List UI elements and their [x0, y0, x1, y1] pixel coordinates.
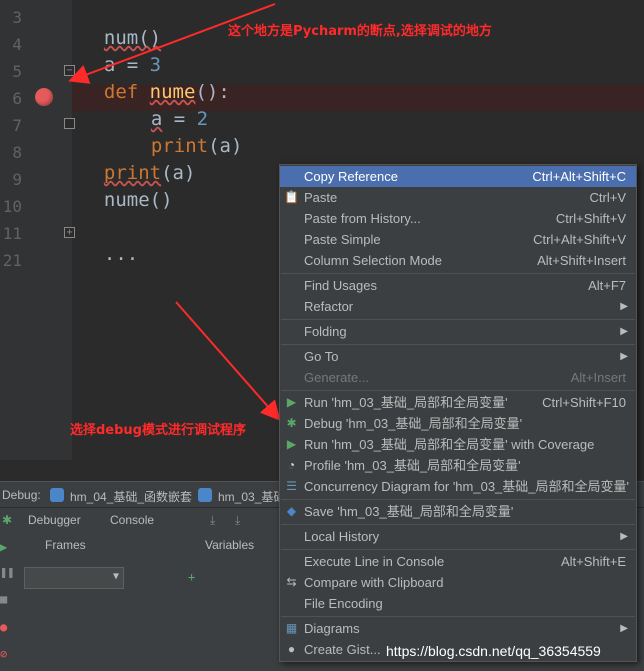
compare-icon: ⇆	[286, 575, 297, 589]
menu-item-generate[interactable]: Generate... Alt+Insert	[280, 367, 636, 388]
menu-item-save[interactable]: ◆ Save 'hm_03_基础_局部和全局变量'	[280, 501, 636, 522]
chevron-down-icon: ▼	[112, 571, 119, 582]
submenu-arrow-icon: ▶	[620, 301, 628, 312]
menu-separator	[281, 390, 635, 391]
debug-bug-icon[interactable]: ✱	[2, 513, 12, 527]
menu-item-column-selection[interactable]: Column Selection Mode Alt+Shift+Insert	[280, 250, 636, 271]
resume-icon[interactable]: ▶	[0, 540, 7, 554]
debug-icon: ✱	[286, 416, 297, 430]
run-icon: ▶	[286, 395, 297, 409]
step-into-icon[interactable]: ⤓	[235, 513, 240, 528]
menu-item-local-history[interactable]: Local History ▶	[280, 526, 636, 547]
menu-item-file-encoding[interactable]: File Encoding	[280, 593, 636, 614]
menu-separator	[281, 499, 635, 500]
menu-item-compare-clipboard[interactable]: ⇆ Compare with Clipboard	[280, 572, 636, 593]
menu-item-copy-reference[interactable]: Copy Reference Ctrl+Alt+Shift+C	[280, 166, 636, 187]
menu-item-profile[interactable]: ◔ Profile 'hm_03_基础_局部和全局变量'	[280, 455, 636, 476]
mute-breakpoints-icon[interactable]: ⊘	[0, 647, 7, 661]
python-icon: ◆	[286, 504, 297, 518]
menu-item-debug[interactable]: ✱ Debug 'hm_03_基础_局部和全局变量'	[280, 413, 636, 434]
menu-separator	[281, 549, 635, 550]
submenu-arrow-icon: ▶	[620, 326, 628, 337]
profile-icon: ◔	[287, 458, 296, 472]
concurrency-icon: ☰	[286, 479, 297, 493]
menu-separator	[281, 524, 635, 525]
tab-console[interactable]: Console	[110, 513, 154, 527]
debug-session-tab[interactable]: hm_04_基础_函数嵌套	[70, 488, 192, 505]
watermark: https://blog.csdn.net/qq_36354559	[386, 643, 601, 659]
annotation-arrow	[68, 3, 276, 84]
stop-icon[interactable]: ■	[0, 592, 7, 606]
diagram-icon: ▦	[285, 621, 298, 635]
variables-pane-title: Variables	[205, 538, 255, 552]
menu-item-execute-line[interactable]: Execute Line in Console Alt+Shift+E	[280, 551, 636, 572]
debug-label: Debug:	[2, 488, 41, 502]
menu-item-find-usages[interactable]: Find Usages Alt+F7	[280, 275, 636, 296]
thread-select[interactable]: ▼	[24, 567, 124, 589]
python-icon	[198, 488, 212, 502]
tab-debugger[interactable]: Debugger	[28, 513, 81, 527]
menu-item-diagrams[interactable]: ▦ Diagrams ▶	[280, 618, 636, 639]
submenu-arrow-icon: ▶	[620, 531, 628, 542]
menu-item-folding[interactable]: Folding ▶	[280, 321, 636, 342]
menu-item-paste[interactable]: 📋 Paste Ctrl+V	[280, 187, 636, 208]
menu-item-run-coverage[interactable]: ▶ Run 'hm_03_基础_局部和全局变量' with Coverage	[280, 434, 636, 455]
add-watch-icon[interactable]: +	[188, 570, 195, 584]
frames-pane-title: Frames	[45, 538, 86, 552]
submenu-arrow-icon: ▶	[620, 623, 628, 634]
pause-icon[interactable]: ❚❚	[0, 565, 14, 579]
menu-separator	[281, 616, 635, 617]
menu-item-go-to[interactable]: Go To ▶	[280, 346, 636, 367]
submenu-arrow-icon: ▶	[620, 351, 628, 362]
debug-session-tab[interactable]: hm_03_基础	[218, 488, 285, 505]
menu-item-paste-simple[interactable]: Paste Simple Ctrl+Alt+Shift+V	[280, 229, 636, 250]
menu-item-refactor[interactable]: Refactor ▶	[280, 296, 636, 317]
menu-separator	[281, 319, 635, 320]
menu-separator	[281, 273, 635, 274]
python-icon	[50, 488, 64, 502]
coverage-icon: ▶	[286, 437, 297, 451]
menu-item-run[interactable]: ▶ Run 'hm_03_基础_局部和全局变量' Ctrl+Shift+F10	[280, 392, 636, 413]
annotation-arrow	[175, 301, 281, 422]
context-menu: Copy Reference Ctrl+Alt+Shift+C 📋 Paste Ctr…	[279, 164, 637, 662]
view-breakpoints-icon[interactable]: ●	[0, 620, 7, 634]
paste-icon: 📋	[284, 190, 299, 204]
menu-separator	[281, 344, 635, 345]
github-icon: ●	[287, 642, 296, 656]
step-over-icon[interactable]: ⤓	[210, 513, 215, 528]
menu-item-paste-from-history[interactable]: Paste from History... Ctrl+Shift+V	[280, 208, 636, 229]
menu-item-concurrency-diagram[interactable]: ☰ Concurrency Diagram for 'hm_03_基础_局部和全局…	[280, 476, 636, 497]
